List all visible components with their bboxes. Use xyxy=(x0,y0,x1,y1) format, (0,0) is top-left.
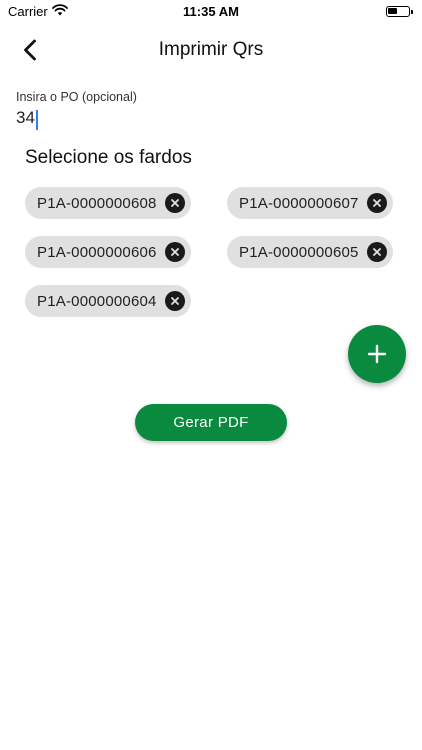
page-title: Imprimir Qrs xyxy=(158,39,264,60)
section-title: Selecione os fardos xyxy=(25,147,192,168)
screen: Carrier 11:35 AM Imprimir Qrs Insira o P… xyxy=(0,0,422,750)
status-bar: Carrier 11:35 AM xyxy=(0,0,422,24)
po-input[interactable] xyxy=(16,106,406,130)
chip-label: P1A-0000000608 xyxy=(37,194,157,212)
po-field: Insira o PO (opcional) xyxy=(16,90,406,130)
bale-chip[interactable]: P1A-0000000606 xyxy=(25,236,191,268)
status-time: 11:35 AM xyxy=(183,4,239,19)
chip-label: P1A-0000000607 xyxy=(239,194,359,212)
generate-pdf-button[interactable]: Gerar PDF xyxy=(135,404,287,441)
battery-level xyxy=(388,8,397,14)
close-circle-icon[interactable] xyxy=(366,193,387,213)
bale-chip[interactable]: P1A-0000000607 xyxy=(227,187,393,219)
add-bale-button[interactable] xyxy=(348,325,406,383)
close-circle-icon[interactable] xyxy=(164,193,185,213)
close-circle-icon[interactable] xyxy=(366,242,387,262)
chip-label: P1A-0000000604 xyxy=(37,292,157,310)
chip-label: P1A-0000000605 xyxy=(239,243,359,261)
po-label: Insira o PO (opcional) xyxy=(16,90,137,104)
text-caret xyxy=(35,110,38,130)
plus-icon xyxy=(367,344,387,364)
bale-chip[interactable]: P1A-0000000604 xyxy=(25,285,191,317)
battery-icon xyxy=(386,6,413,17)
bale-chip[interactable]: P1A-0000000605 xyxy=(227,236,393,268)
chip-label: P1A-0000000606 xyxy=(37,243,157,261)
header: Imprimir Qrs xyxy=(0,28,422,72)
bale-chip[interactable]: P1A-0000000608 xyxy=(25,187,191,219)
close-circle-icon[interactable] xyxy=(164,291,185,311)
close-circle-icon[interactable] xyxy=(164,242,185,262)
